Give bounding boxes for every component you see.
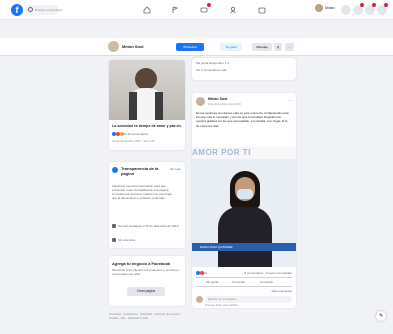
video-lower-third: MARIA SOSA QUINONEZ <box>192 243 296 251</box>
whatsapp-button[interactable]: WhatsApp <box>176 43 204 51</box>
notifications-icon[interactable] <box>365 3 376 15</box>
photo-image[interactable] <box>109 60 185 120</box>
video-banner-text: AMOR POR TI <box>192 147 296 159</box>
profile-shortcut[interactable]: Mirian <box>315 4 335 12</box>
transparency-description: Facebook muestra información para que en… <box>112 184 172 200</box>
flag-icon[interactable] <box>170 5 180 15</box>
plus-icon[interactable] <box>341 5 351 15</box>
divider <box>196 286 292 287</box>
post-video[interactable]: AMOR POR TI MARIA SOSA QUINONEZ <box>192 147 296 267</box>
previous-post-tail: Me gusta Responder 1 d Ver 2 comentarios… <box>192 58 296 80</box>
notification-badge <box>207 3 211 7</box>
like-page-button[interactable]: Te gusta <box>220 43 242 51</box>
enter-hint: Presiona Enter para publicar. <box>205 304 239 307</box>
photo-caption[interactable]: La sociedad es tiempo de amor y paz en..… <box>112 124 182 128</box>
search-placeholder: Buscar en Facebook <box>35 8 63 12</box>
post-timestamp[interactable]: 6 de diciembre a las 10:10 <box>208 102 241 106</box>
like-button[interactable]: Me gusta <box>206 280 218 284</box>
avatar <box>196 296 203 303</box>
post-text: En las sesiones con damos vida en este m… <box>196 111 289 128</box>
ads-icon <box>112 238 116 242</box>
post-author[interactable]: Mirian Sost <box>208 97 227 101</box>
share-button[interactable]: Compartir <box>260 280 273 284</box>
watch-icon[interactable] <box>199 3 211 15</box>
business-title: Agrega tu negocio a Facebook <box>112 261 171 266</box>
post-comment-share-count[interactable]: 8 comentarios · 6 veces compartido <box>244 271 292 275</box>
see-all-link[interactable]: Ver todo <box>170 167 181 171</box>
comment-button[interactable]: Comentar <box>232 280 245 284</box>
post-options-icon[interactable]: ··· <box>288 98 292 103</box>
page-header: Mirian Sost WhatsApp Te gusta Mensaje Q … <box>0 38 393 56</box>
footer-links[interactable]: Privacidad · Condiciones · Publicidad · … <box>109 313 187 320</box>
menu-icon[interactable] <box>377 3 388 15</box>
post-reaction-summary[interactable]: 24 <box>196 271 207 276</box>
create-page-button[interactable]: Crear página <box>127 287 165 296</box>
search-page-button[interactable]: Q <box>274 43 282 51</box>
profile-name: Mirian <box>325 6 335 10</box>
notification-badge <box>360 3 364 7</box>
creation-date-row: Se creó la página el 16 de diciembre de … <box>112 224 180 228</box>
message-button[interactable]: Mensaje <box>252 43 272 51</box>
comment-actions[interactable]: Me gusta Responder 1 d <box>196 61 229 65</box>
groups-icon[interactable] <box>228 5 238 15</box>
post-card: Mirian Sost 6 de diciembre a las 10:10 ·… <box>192 93 296 308</box>
comment-composer: Escribe un comentario... <box>196 296 292 304</box>
info-icon <box>112 167 118 173</box>
gaming-icon[interactable] <box>257 5 267 15</box>
face-mask <box>237 189 253 199</box>
comment-sort-dropdown[interactable]: Más relevantes <box>272 289 292 293</box>
search-input[interactable]: Buscar en Facebook <box>25 5 63 15</box>
comment-input[interactable]: Escribe un comentario... <box>205 296 292 303</box>
avatar[interactable] <box>196 97 205 106</box>
divider <box>196 277 292 278</box>
top-navigation-bar: f Buscar en Facebook Mirian <box>0 0 393 20</box>
flag-icon <box>112 224 116 228</box>
notification-badge <box>372 3 376 7</box>
notification-badge <box>384 3 388 7</box>
more-button[interactable]: ··· <box>285 43 294 51</box>
avatar[interactable] <box>108 41 119 52</box>
photo-meta: 18 de diciembre 2020 · Ver 1.6K <box>112 139 156 143</box>
search-icon <box>28 7 33 12</box>
home-icon[interactable] <box>142 5 152 15</box>
view-more-comments-link[interactable]: Ver 2 comentarios más <box>196 68 227 72</box>
new-message-button[interactable]: ✎ <box>376 311 386 321</box>
transparency-card: Transparencia de la página Ver todo Face… <box>109 162 185 248</box>
messenger-icon[interactable] <box>353 3 364 15</box>
transparency-title: Transparencia de la página <box>121 166 159 176</box>
business-card: Agrega tu negocio a Facebook Muéstrale a… <box>109 256 185 306</box>
business-description: Muéstrale a tus clientes tus productos y… <box>112 268 180 276</box>
reaction-summary[interactable]: 24 12 comentarios <box>112 132 148 137</box>
avatar <box>315 4 323 12</box>
photo-card: La sociedad es tiempo de amor y paz en..… <box>109 60 185 150</box>
edit-icon: ✎ <box>379 313 384 319</box>
ads-row: Sin anuncios <box>112 238 180 242</box>
page-name[interactable]: Mirian Sost <box>122 44 144 49</box>
facebook-logo[interactable]: f <box>11 4 23 16</box>
